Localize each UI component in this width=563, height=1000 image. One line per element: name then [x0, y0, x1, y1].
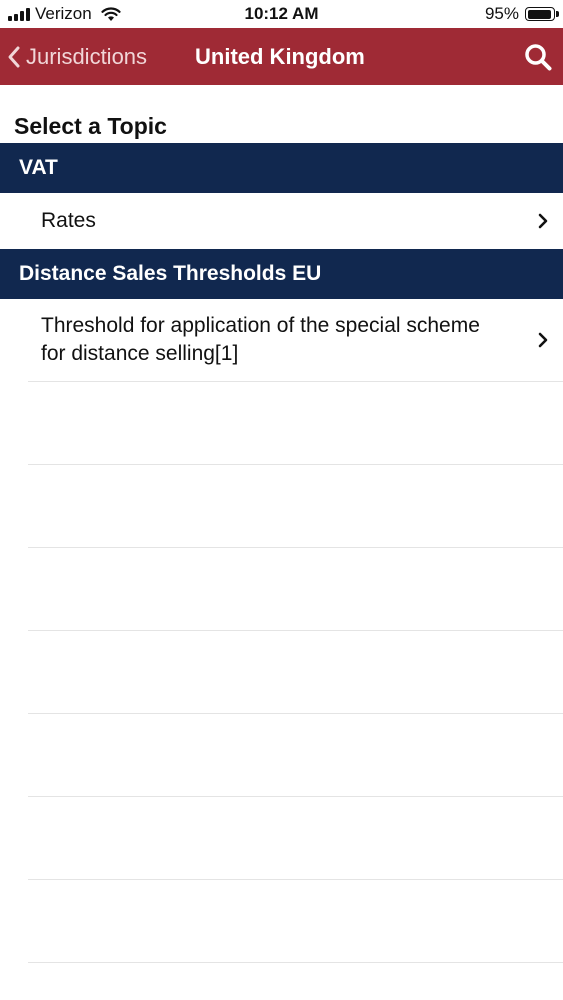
list-item-distance-selling-threshold[interactable]: Threshold for application of the special…	[28, 299, 563, 381]
chevron-right-icon	[538, 332, 548, 348]
section-header-distance-sales: Distance Sales Thresholds EU	[0, 249, 563, 299]
screen: Verizon 10:12 AM 95% Jurisdictions Unite…	[0, 0, 563, 1000]
battery-fill	[527, 9, 552, 19]
row-separator	[28, 879, 563, 880]
list-item-label: Threshold for application of the special…	[41, 314, 480, 365]
back-button-label: Jurisdictions	[26, 43, 148, 69]
row-separator	[28, 630, 563, 631]
section-title: Distance Sales Thresholds EU	[19, 262, 322, 285]
chevron-right-icon	[538, 213, 548, 229]
row-separator	[28, 464, 563, 465]
row-separator	[28, 547, 563, 548]
battery-cap	[556, 11, 559, 17]
nav-title: United Kingdom	[195, 44, 365, 69]
status-right: 95%	[484, 4, 559, 24]
status-bar: Verizon 10:12 AM 95%	[0, 0, 563, 28]
section-header-vat: VAT	[0, 143, 563, 193]
list-item-rates[interactable]: Rates	[28, 193, 563, 249]
list-item-label: Rates	[41, 209, 96, 232]
search-icon	[525, 44, 552, 71]
navigation-bar: Jurisdictions United Kingdom	[0, 28, 563, 85]
row-separator	[28, 962, 563, 963]
row-separator	[28, 713, 563, 714]
section-title: VAT	[19, 156, 58, 179]
page-heading: Select a Topic	[14, 113, 167, 139]
status-time: 10:12 AM	[244, 4, 319, 23]
battery-icon	[525, 7, 559, 21]
back-button[interactable]: Jurisdictions	[6, 28, 147, 85]
search-button[interactable]	[523, 42, 553, 72]
row-separator	[28, 796, 563, 797]
battery-percent: 95%	[484, 4, 519, 23]
chevron-left-icon	[8, 46, 20, 67]
row-separator	[28, 381, 563, 382]
